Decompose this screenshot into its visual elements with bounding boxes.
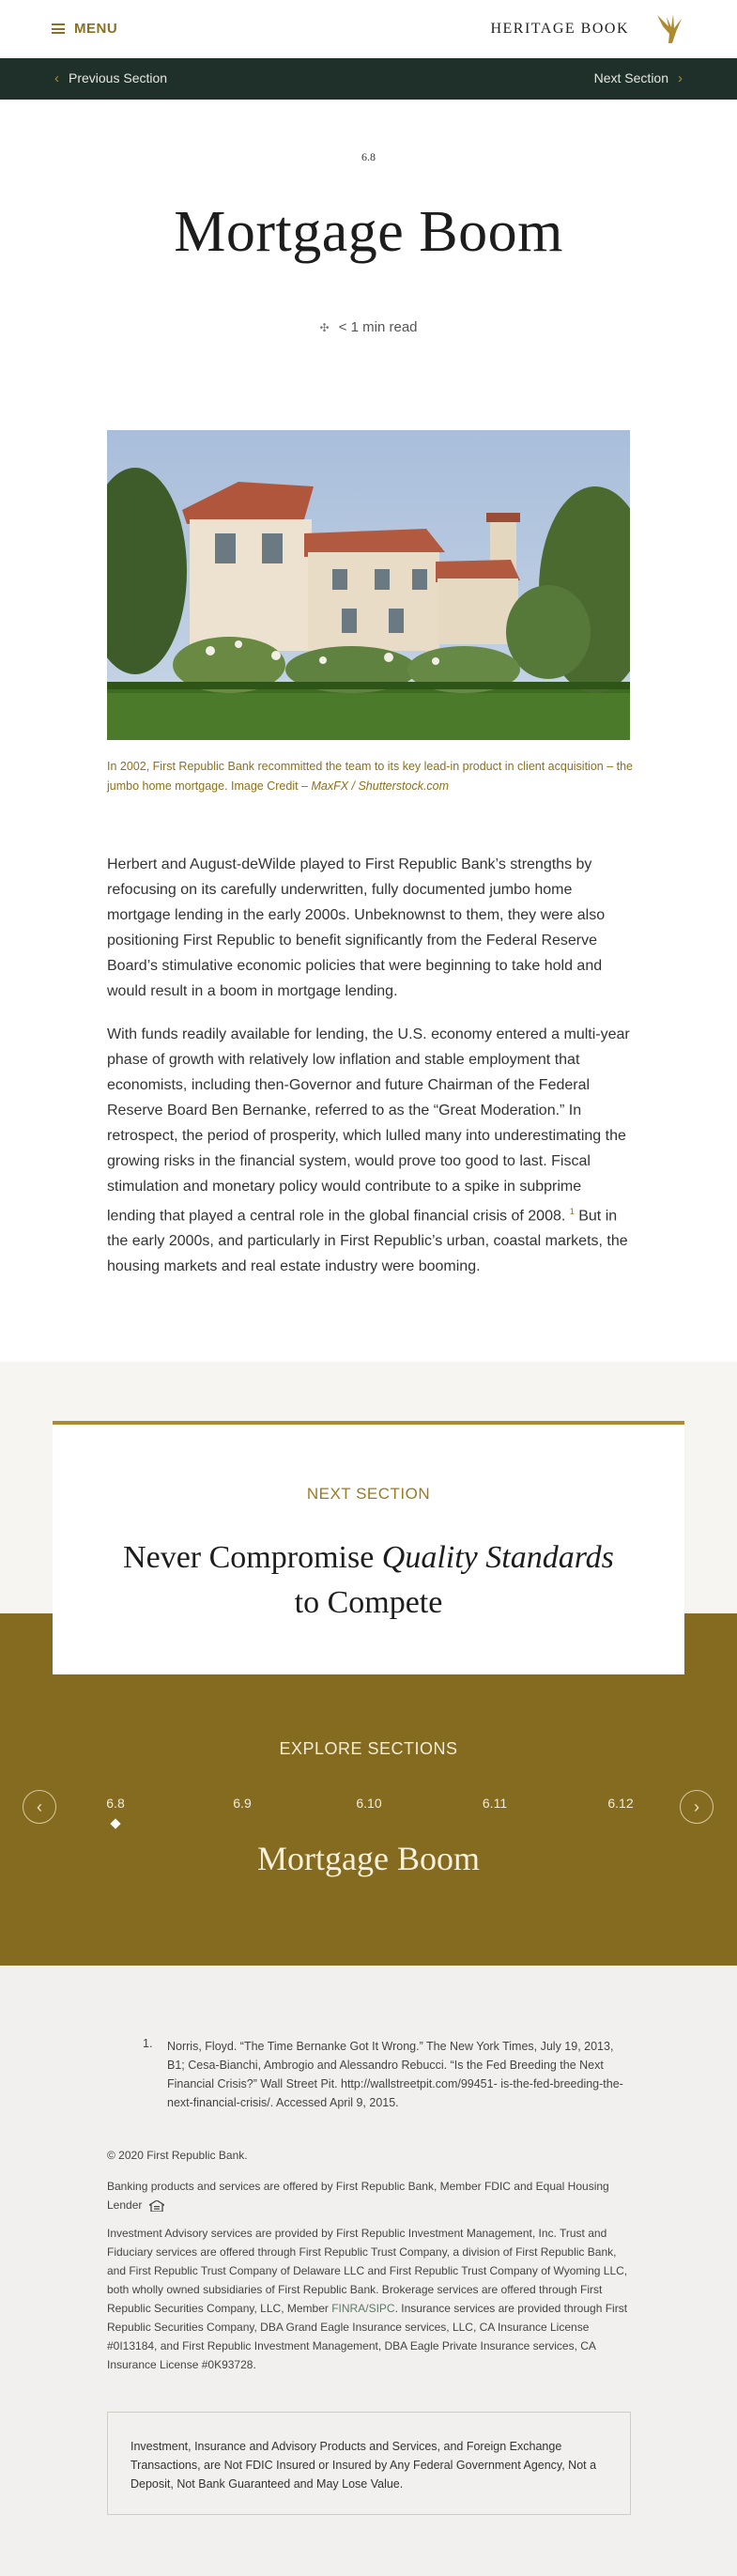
footnote-number: 1. xyxy=(143,2037,153,2050)
section-number: 6.8 xyxy=(361,150,376,163)
banking-disclosure: Banking products and services are offere… xyxy=(107,2177,633,2214)
explore-section-item[interactable]: 6.9 xyxy=(205,1796,280,1811)
previous-section-link[interactable]: ‹ Previous Section xyxy=(54,70,167,85)
next-title-part: to Compete xyxy=(294,1585,443,1620)
explore-active-title: Mortgage Boom xyxy=(257,1840,480,1877)
explore-section-item[interactable]: 6.10 xyxy=(331,1796,407,1811)
chevron-left-icon: ‹ xyxy=(37,1797,42,1816)
next-section-link[interactable]: Next Section › xyxy=(594,70,683,85)
clock-icon: ✣ xyxy=(319,321,330,334)
read-time: ✣ < 1 min read xyxy=(0,319,737,335)
caption-credit: MaxFX / Shutterstock.com xyxy=(311,779,450,793)
copyright: © 2020 First Republic Bank. xyxy=(107,2149,248,2162)
explore-prev-button[interactable]: ‹ xyxy=(23,1790,56,1824)
eagle-icon[interactable] xyxy=(655,11,685,45)
explore-section-item[interactable]: 6.8 xyxy=(78,1796,153,1811)
body-paragraph: Herbert and August-deWilde played to Fir… xyxy=(107,856,606,999)
footnote-text: Norris, Floyd. “The Time Bernanke Got It… xyxy=(167,2040,623,2109)
page-title: Mortgage Boom xyxy=(174,200,563,264)
next-section-card[interactable]: NEXT SECTION Never Compromise Quality St… xyxy=(53,1421,684,1674)
read-time-label: < 1 min read xyxy=(338,319,418,335)
explore-section-item[interactable]: 6.11 xyxy=(457,1796,532,1811)
image-caption: In 2002, First Republic Bank recommitted… xyxy=(107,757,633,796)
finra-link[interactable]: FINRA xyxy=(331,2302,365,2315)
next-title-part: Never Compromise xyxy=(123,1540,382,1575)
sipc-link[interactable]: SIPC xyxy=(369,2302,395,2315)
menu-label: MENU xyxy=(74,21,118,37)
hamburger-icon xyxy=(52,23,65,34)
banking-text: Banking products and services are offere… xyxy=(107,2180,609,2212)
explore-section-item[interactable]: 6.12 xyxy=(583,1796,658,1811)
top-header: MENU HERITAGE BOOK xyxy=(0,0,737,58)
chevron-right-icon: › xyxy=(678,69,683,86)
brand-name[interactable]: HERITAGE BOOK xyxy=(490,21,629,38)
next-section-heading: NEXT SECTION xyxy=(306,1485,431,1503)
body-paragraph: With funds readily available for lending… xyxy=(107,1022,633,1279)
chevron-right-icon: › xyxy=(694,1797,699,1816)
hero-image-house xyxy=(107,430,630,740)
menu-button[interactable]: MENU xyxy=(52,21,117,37)
next-section-label: Next Section xyxy=(593,70,668,85)
explore-next-button[interactable]: › xyxy=(680,1790,714,1824)
explore-sections-heading: EXPLORE SECTIONS xyxy=(279,1739,458,1758)
next-title-italic: Quality Standards xyxy=(381,1540,614,1575)
section-navbar: ‹ Previous Section Next Section › xyxy=(0,58,737,100)
paragraph-text: With funds readily available for lending… xyxy=(107,1026,630,1225)
previous-section-label: Previous Section xyxy=(69,70,168,85)
chevron-left-icon: ‹ xyxy=(54,69,59,86)
fdic-disclaimer-box: Investment, Insurance and Advisory Produ… xyxy=(107,2412,631,2515)
equal-housing-icon xyxy=(148,2199,164,2212)
investment-disclosure: Investment Advisory services are provide… xyxy=(107,2224,633,2374)
next-section-title: Never Compromise Quality Standards to Co… xyxy=(53,1535,684,1626)
